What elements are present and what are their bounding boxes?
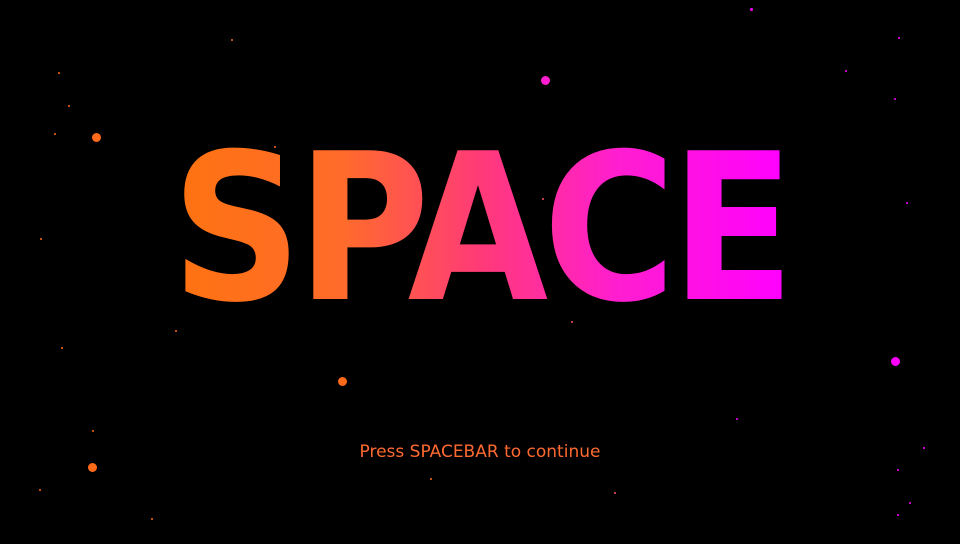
star	[92, 430, 94, 432]
title-container: SPACE	[0, 128, 960, 332]
star	[338, 377, 347, 386]
star	[68, 105, 70, 107]
star	[614, 492, 616, 494]
star	[898, 37, 900, 39]
game-screen[interactable]: SPACE Press SPACEBAR to continue	[0, 0, 960, 544]
star	[58, 72, 60, 74]
star	[541, 76, 550, 85]
star	[750, 8, 753, 11]
star	[897, 469, 899, 471]
star	[61, 347, 63, 349]
star	[231, 39, 233, 41]
star	[88, 463, 97, 472]
continue-prompt: Press SPACEBAR to continue	[359, 442, 601, 462]
star	[430, 478, 432, 480]
star	[151, 518, 153, 520]
game-title: SPACE	[170, 111, 795, 348]
star	[891, 357, 900, 366]
star	[736, 418, 738, 420]
star	[894, 98, 896, 100]
star	[845, 70, 847, 72]
star	[39, 489, 41, 491]
star	[909, 502, 911, 504]
star	[897, 514, 899, 516]
